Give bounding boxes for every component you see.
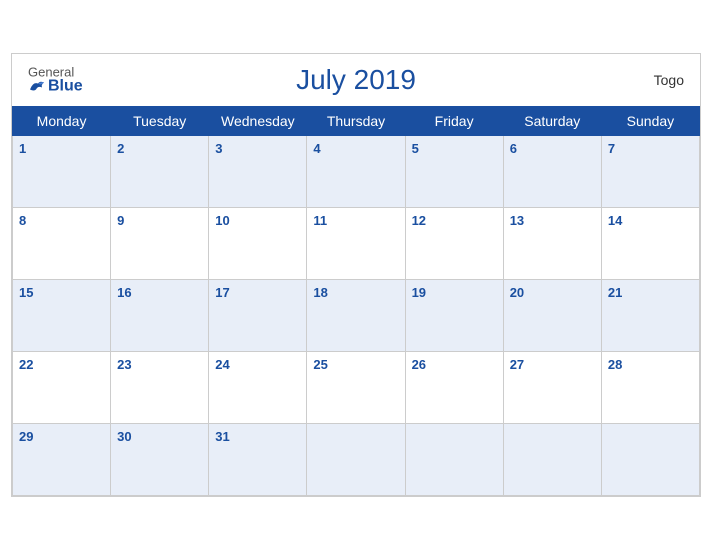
day-number: 19	[412, 285, 426, 300]
weekday-header-row: Monday Tuesday Wednesday Thursday Friday…	[13, 107, 700, 136]
day-number: 27	[510, 357, 524, 372]
calendar-cell: 19	[405, 280, 503, 352]
day-number: 6	[510, 141, 517, 156]
calendar-cell: 23	[111, 352, 209, 424]
calendar-cell: 30	[111, 424, 209, 496]
calendar-cell: 3	[209, 136, 307, 208]
calendar-cell: 26	[405, 352, 503, 424]
calendar-cell: 16	[111, 280, 209, 352]
calendar-cell: 7	[601, 136, 699, 208]
day-number: 3	[215, 141, 222, 156]
calendar-cell: 15	[13, 280, 111, 352]
calendar-cell: 31	[209, 424, 307, 496]
calendar-cell: 1	[13, 136, 111, 208]
logo-bird-icon	[28, 80, 46, 94]
calendar-week-row: 15 16 17 18 19 20 21	[13, 280, 700, 352]
calendar-week-row: 1 2 3 4 5 6 7	[13, 136, 700, 208]
calendar-cell: 9	[111, 208, 209, 280]
calendar-cell: 2	[111, 136, 209, 208]
day-number: 14	[608, 213, 622, 228]
day-number: 28	[608, 357, 622, 372]
day-number: 18	[313, 285, 327, 300]
day-number: 20	[510, 285, 524, 300]
calendar-cell: 13	[503, 208, 601, 280]
weekday-saturday: Saturday	[503, 107, 601, 136]
calendar-cell	[405, 424, 503, 496]
weekday-sunday: Sunday	[601, 107, 699, 136]
day-number: 29	[19, 429, 33, 444]
weekday-thursday: Thursday	[307, 107, 405, 136]
day-number: 1	[19, 141, 26, 156]
day-number: 15	[19, 285, 33, 300]
logo-blue-text: Blue	[28, 79, 83, 95]
day-number: 16	[117, 285, 131, 300]
calendar-cell: 25	[307, 352, 405, 424]
calendar-container: General Blue July 2019 Togo Monday Tuesd…	[11, 53, 701, 497]
calendar-cell: 8	[13, 208, 111, 280]
calendar-week-row: 8 9 10 11 12 13 14	[13, 208, 700, 280]
calendar-cell: 14	[601, 208, 699, 280]
day-number: 26	[412, 357, 426, 372]
day-number: 25	[313, 357, 327, 372]
day-number: 4	[313, 141, 320, 156]
calendar-title: July 2019	[296, 64, 416, 96]
day-number: 21	[608, 285, 622, 300]
day-number: 17	[215, 285, 229, 300]
day-number: 23	[117, 357, 131, 372]
calendar-week-row: 29 30 31	[13, 424, 700, 496]
calendar-cell: 20	[503, 280, 601, 352]
day-number: 2	[117, 141, 124, 156]
calendar-cell: 10	[209, 208, 307, 280]
calendar-cell: 29	[13, 424, 111, 496]
calendar-cell	[601, 424, 699, 496]
day-number: 9	[117, 213, 124, 228]
day-number: 13	[510, 213, 524, 228]
weekday-tuesday: Tuesday	[111, 107, 209, 136]
day-number: 8	[19, 213, 26, 228]
country-label: Togo	[654, 72, 684, 88]
calendar-cell: 27	[503, 352, 601, 424]
calendar-grid: Monday Tuesday Wednesday Thursday Friday…	[12, 106, 700, 496]
calendar-cell: 6	[503, 136, 601, 208]
calendar-cell	[503, 424, 601, 496]
calendar-cell: 28	[601, 352, 699, 424]
day-number: 11	[313, 213, 327, 228]
day-number: 31	[215, 429, 229, 444]
calendar-week-row: 22 23 24 25 26 27 28	[13, 352, 700, 424]
day-number: 12	[412, 213, 426, 228]
day-number: 10	[215, 213, 229, 228]
weekday-monday: Monday	[13, 107, 111, 136]
calendar-cell: 17	[209, 280, 307, 352]
weekday-wednesday: Wednesday	[209, 107, 307, 136]
day-number: 7	[608, 141, 615, 156]
day-number: 24	[215, 357, 229, 372]
calendar-cell: 24	[209, 352, 307, 424]
day-number: 5	[412, 141, 419, 156]
calendar-cell: 4	[307, 136, 405, 208]
calendar-cell: 21	[601, 280, 699, 352]
weekday-friday: Friday	[405, 107, 503, 136]
day-number: 22	[19, 357, 33, 372]
day-number: 30	[117, 429, 131, 444]
calendar-cell: 12	[405, 208, 503, 280]
calendar-cell	[307, 424, 405, 496]
calendar-cell: 11	[307, 208, 405, 280]
calendar-header: General Blue July 2019 Togo	[12, 54, 700, 106]
logo: General Blue	[28, 66, 83, 95]
calendar-cell: 18	[307, 280, 405, 352]
calendar-cell: 5	[405, 136, 503, 208]
calendar-cell: 22	[13, 352, 111, 424]
